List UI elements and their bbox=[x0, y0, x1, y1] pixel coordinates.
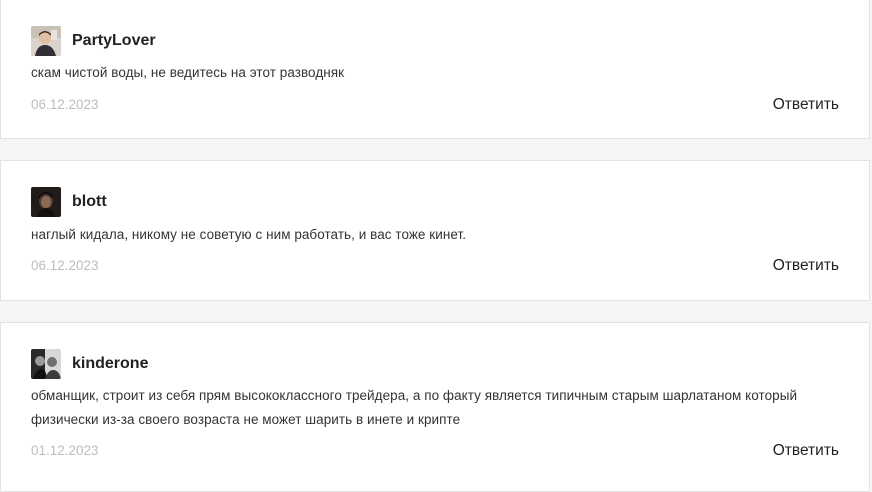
comment-card: blott наглый кидала, никому не советую с… bbox=[0, 160, 870, 301]
comment-card: kinderone обманщик, строит из себя прям … bbox=[0, 322, 870, 492]
comment-author: blott bbox=[31, 187, 107, 217]
comment-date: 06.12.2023 bbox=[31, 258, 99, 273]
comment-date: 01.12.2023 bbox=[31, 443, 99, 458]
reply-button[interactable]: Ответить bbox=[773, 442, 839, 460]
avatar-photo-icon bbox=[31, 187, 61, 217]
reply-button[interactable]: Ответить bbox=[773, 96, 839, 114]
comment-text: скам чистой воды, не ведитесь на этот ра… bbox=[31, 65, 345, 80]
author-name: PartyLover bbox=[72, 32, 156, 49]
user-avatar[interactable] bbox=[31, 26, 61, 56]
avatar-photo-icon bbox=[31, 349, 61, 379]
comment-text: наглый кидала, никому не советую с ним р… bbox=[31, 227, 466, 242]
avatar-photo-icon bbox=[31, 26, 61, 56]
comment-card: PartyLover скам чистой воды, не ведитесь… bbox=[0, 0, 870, 139]
reply-button[interactable]: Ответить bbox=[773, 257, 839, 275]
user-avatar[interactable] bbox=[31, 349, 61, 379]
comment-author: kinderone bbox=[31, 349, 148, 379]
comment-date: 06.12.2023 bbox=[31, 97, 99, 112]
comment-text: обманщик, строит из себя прям высококлас… bbox=[31, 388, 798, 427]
author-name: kinderone bbox=[72, 355, 149, 372]
comment-author: PartyLover bbox=[31, 26, 156, 56]
author-name: blott bbox=[72, 193, 107, 210]
user-avatar[interactable] bbox=[31, 187, 61, 217]
